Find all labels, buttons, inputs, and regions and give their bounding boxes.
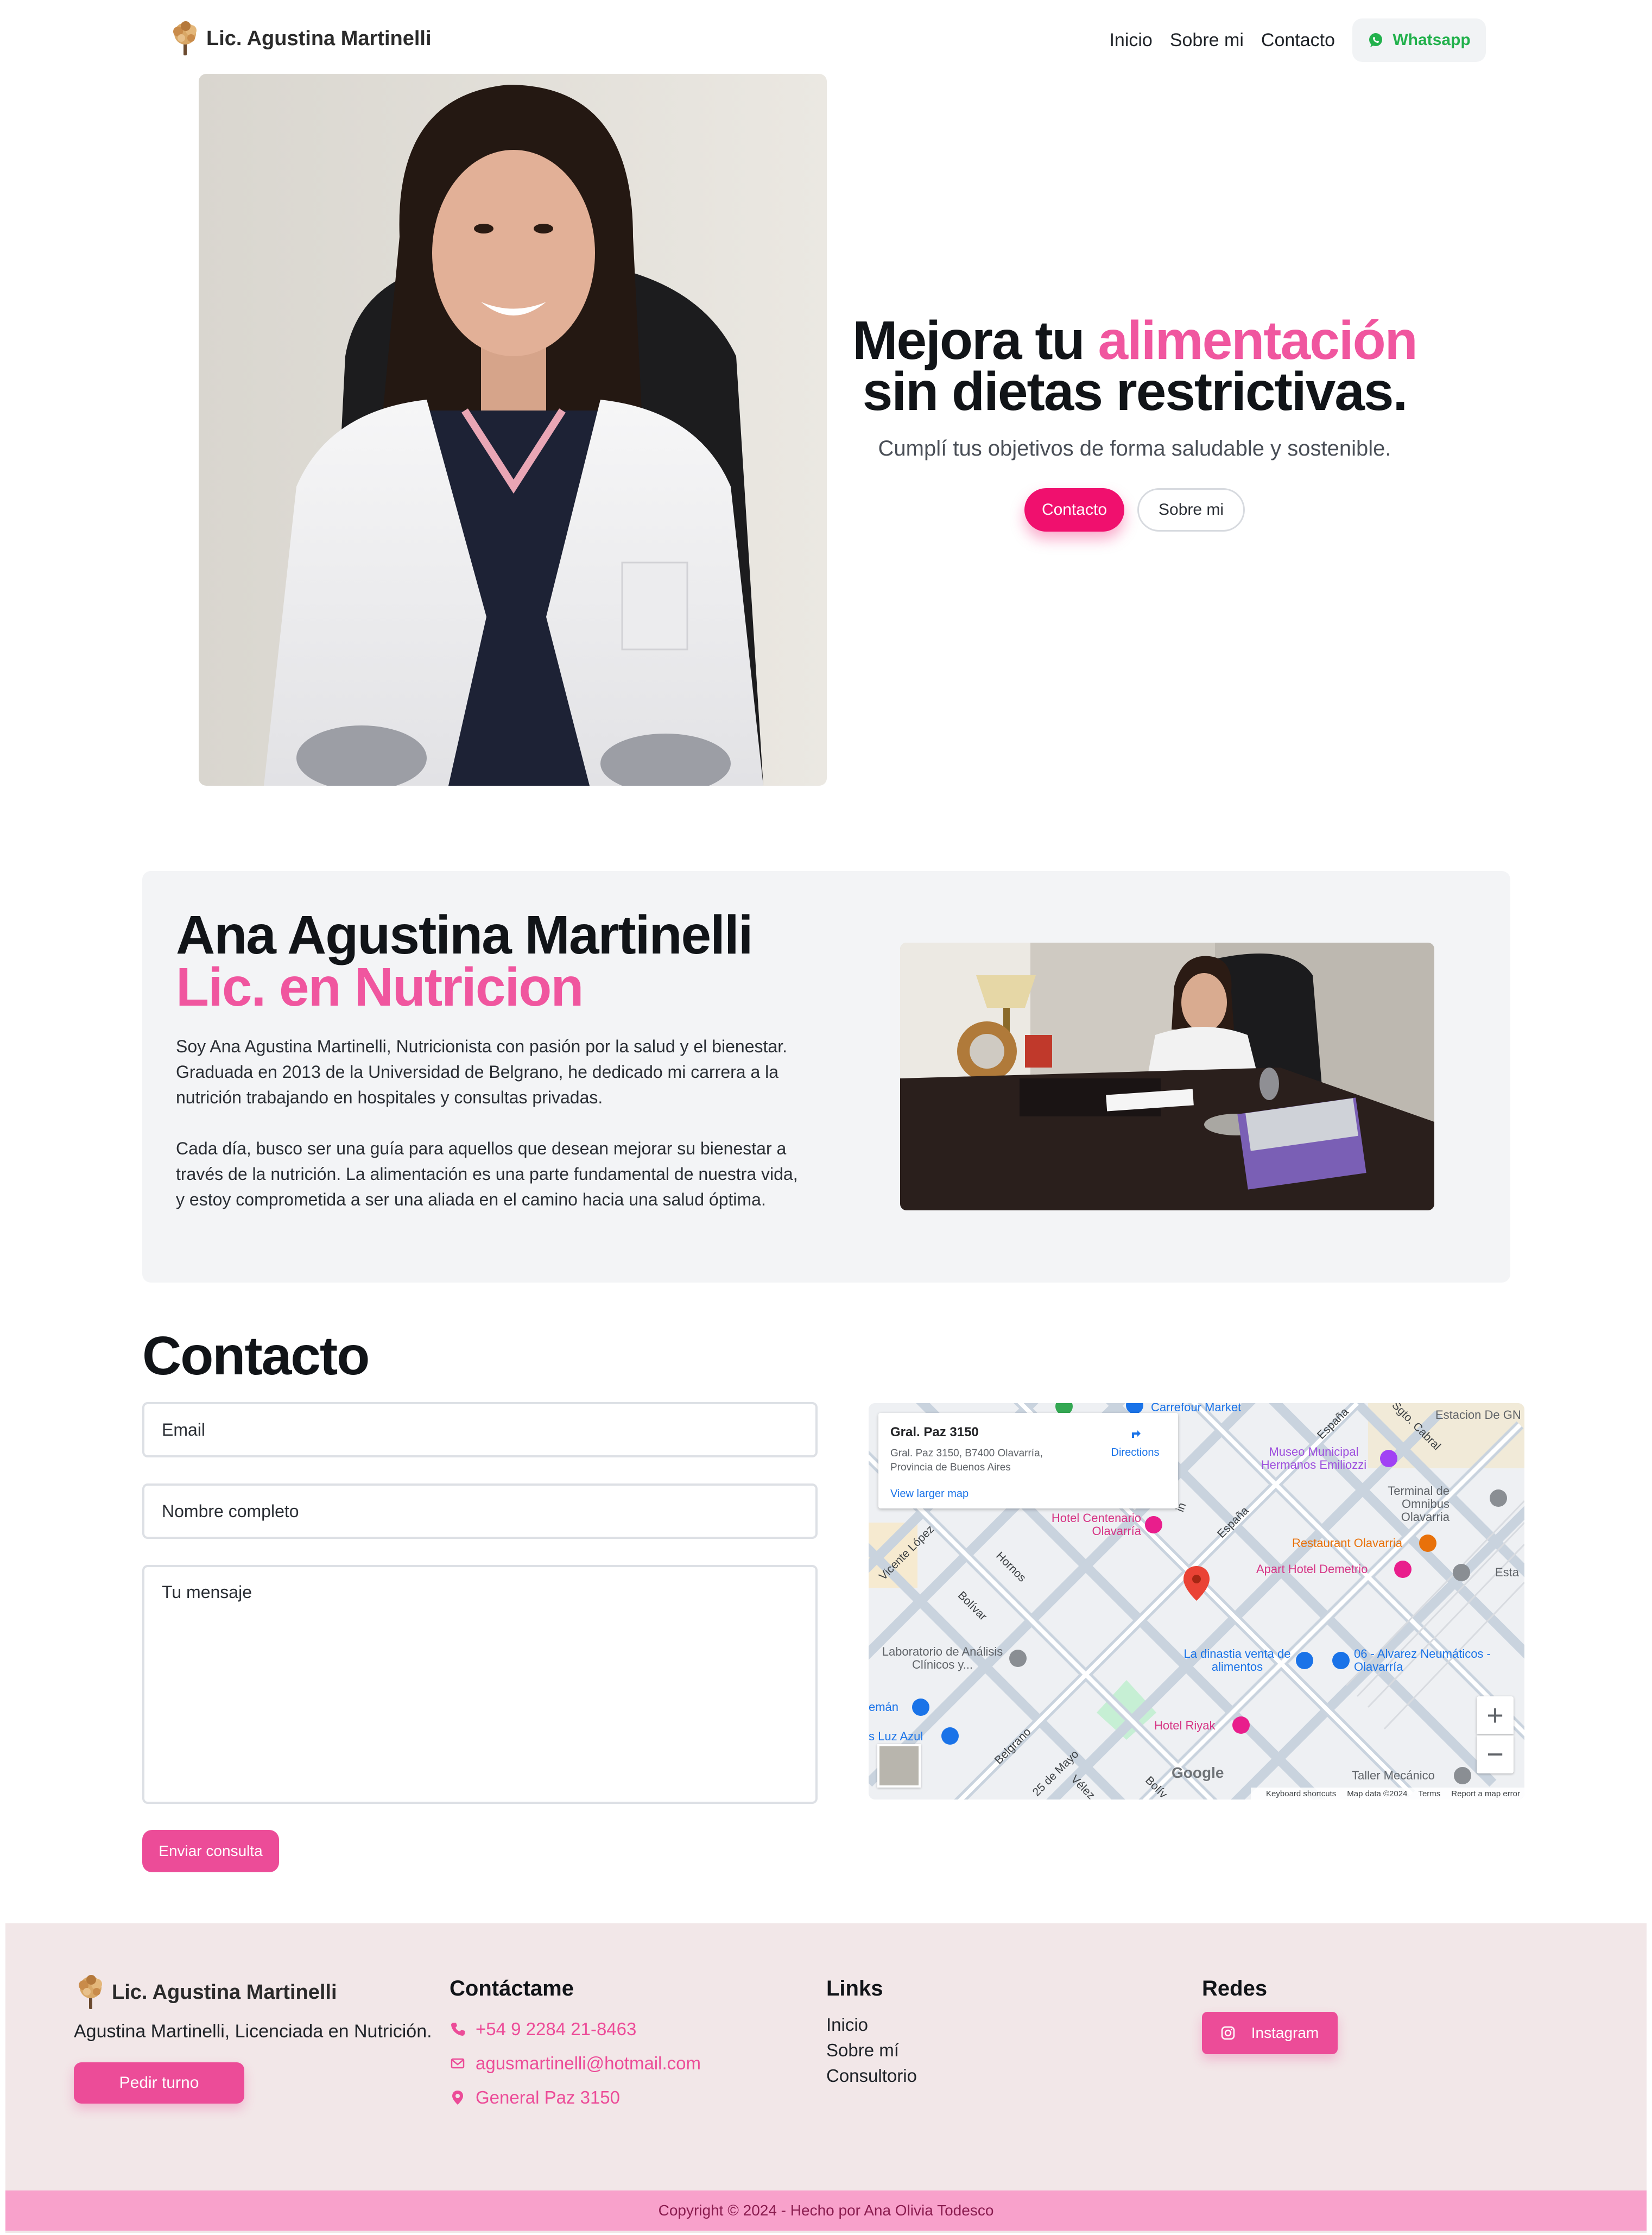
footer-brand-name: Lic. Agustina Martinelli: [112, 1981, 337, 2004]
map-zoom-in-button[interactable]: +: [1477, 1696, 1514, 1734]
nav-link-sobre-mi[interactable]: Sobre mi: [1170, 30, 1244, 51]
hero-portrait-photo: [199, 74, 827, 786]
map-place-card: Gral. Paz 3150 Gral. Paz 3150, B7400 Ola…: [878, 1413, 1178, 1508]
map-attribution-bar: Keyboard shortcuts Map data ©2024 Terms …: [1251, 1788, 1524, 1800]
map-poi-esta[interactable]: Esta: [1495, 1566, 1519, 1579]
site-footer: Lic. Agustina Martinelli Agustina Martin…: [5, 1923, 1647, 2233]
nav-links: Inicio Sobre mi Contacto Whatsapp: [1092, 17, 1486, 63]
map-poi-hotel-centenario[interactable]: Hotel Centenario Olavarría: [1033, 1512, 1141, 1538]
copyright-bar: Copyright © 2024 - Hecho por Ana Olivia …: [5, 2190, 1647, 2231]
hero-section: Mejora tu alimentación sin dietas restri…: [847, 313, 1422, 532]
about-role: Lic. en Nutricion: [176, 957, 584, 1018]
map-poi-taller[interactable]: Taller Mecánico: [1352, 1769, 1435, 1782]
full-name-field[interactable]: Nombre completo: [142, 1483, 818, 1539]
top-navbar: Lic. Agustina Martinelli Inicio Sobre mi…: [0, 0, 1652, 76]
message-textarea[interactable]: Tu mensaje: [142, 1565, 818, 1804]
footer-link-consultorio[interactable]: Consultorio: [826, 2063, 917, 2088]
message-placeholder: Tu mensaje: [162, 1582, 252, 1602]
office-desk-photo: [900, 943, 1434, 1210]
brand-name: Lic. Agustina Martinelli: [206, 27, 432, 50]
nav-link-contacto[interactable]: Contacto: [1261, 30, 1335, 51]
email-placeholder: Email: [162, 1419, 206, 1440]
footer-social-title: Redes: [1202, 1977, 1268, 2000]
footer-social-column: Redes Instagram: [1202, 1977, 1338, 2054]
map-poi-carrefour[interactable]: Carrefour Market: [1151, 1403, 1241, 1414]
map-data-credit: Map data ©2024: [1347, 1789, 1408, 1798]
hero-subtitle: Cumplí tus objetivos de forma saludable …: [878, 437, 1391, 460]
contact-title: Contacto: [142, 1325, 370, 1386]
instagram-icon: [1221, 2026, 1235, 2040]
footer-address: General Paz 3150: [476, 2087, 621, 2107]
nav-link-inicio[interactable]: Inicio: [1109, 30, 1152, 51]
map-zoom-out-button[interactable]: −: [1477, 1735, 1514, 1773]
map-poi-alvarez[interactable]: 06 - Alvarez Neumáticos - Olavarría: [1354, 1647, 1501, 1674]
hero-title: Mejora tu alimentación sin dietas restri…: [847, 313, 1422, 419]
whatsapp-label: Whatsapp: [1393, 31, 1471, 49]
map-poi-luz-azul[interactable]: s Luz Azul: [869, 1730, 923, 1743]
submit-inquiry-button[interactable]: Enviar consulta: [142, 1830, 279, 1872]
hero-contacto-button[interactable]: Contacto: [1024, 488, 1125, 532]
footer-contact-column: Contáctame +54 9 2284 21-8463 agusmartin…: [450, 1977, 701, 2114]
map-poi-estacion[interactable]: Estacion De GN: [1435, 1409, 1521, 1422]
map-poi-museo[interactable]: Museo Municipal Hermanos Emiliozzi: [1249, 1445, 1379, 1472]
name-placeholder: Nombre completo: [162, 1501, 299, 1521]
embedded-map[interactable]: Gral. Paz 3150 Gral. Paz 3150, B7400 Ola…: [869, 1403, 1524, 1800]
tree-logo-icon: [79, 1975, 102, 2009]
map-satellite-toggle[interactable]: [877, 1744, 921, 1788]
footer-link-sobre-mi[interactable]: Sobre mí: [826, 2037, 917, 2063]
map-report-error-link[interactable]: Report a map error: [1451, 1789, 1520, 1798]
footer-email-link[interactable]: agusmartinelli@hotmail.com: [450, 2046, 701, 2080]
hero-sobre-mi-button[interactable]: Sobre mi: [1137, 488, 1245, 532]
map-poi-terminal[interactable]: Terminal de Omnibus Olavarria: [1368, 1485, 1450, 1524]
map-poi-restaurant[interactable]: Restaurant Olavarria: [1292, 1537, 1402, 1550]
map-keyboard-shortcuts[interactable]: Keyboard shortcuts: [1266, 1789, 1336, 1798]
footer-phone-link[interactable]: +54 9 2284 21-8463: [450, 2012, 701, 2046]
instagram-label: Instagram: [1251, 2024, 1319, 2041]
instagram-button[interactable]: Instagram: [1202, 2012, 1338, 2054]
map-poi-leman[interactable]: emán: [869, 1701, 898, 1714]
map-place-title: Gral. Paz 3150: [890, 1425, 979, 1440]
map-poi-dinastia[interactable]: La dinastia venta de alimentos: [1181, 1647, 1293, 1674]
footer-email: agusmartinelli@hotmail.com: [476, 2053, 701, 2073]
map-poi-apart-hotel[interactable]: Apart Hotel Demetrio: [1256, 1563, 1368, 1576]
email-field[interactable]: Email: [142, 1402, 818, 1457]
footer-links-column: Links Inicio Sobre mí Consultorio: [826, 1977, 917, 2088]
google-logo: Google: [1172, 1764, 1224, 1781]
about-paragraph: Soy Ana Agustina Martinelli, Nutricionis…: [176, 1037, 787, 1107]
hero-buttons: Contacto Sobre mi: [847, 488, 1422, 532]
tree-logo-icon: [173, 21, 197, 55]
about-name: Ana Agustina Martinelli: [176, 905, 754, 965]
whatsapp-icon: [1369, 33, 1383, 47]
map-poi-laboratorio[interactable]: Laboratorio de Análisis Clínicos y...: [877, 1645, 1008, 1671]
footer-links-title: Links: [826, 1977, 883, 2000]
footer-link-inicio[interactable]: Inicio: [826, 2012, 917, 2037]
footer-description: Agustina Martinelli, Licenciada en Nutri…: [74, 2021, 432, 2042]
directions-icon: [1128, 1426, 1143, 1441]
phone-icon: [451, 2022, 465, 2036]
brand-logo[interactable]: Lic. Agustina Martinelli: [169, 21, 432, 56]
footer-contact-title: Contáctame: [450, 1977, 574, 2000]
map-view-larger-link[interactable]: View larger map: [890, 1488, 969, 1500]
map-terms-link[interactable]: Terms: [1418, 1789, 1440, 1798]
about-paragraph: Cada día, busco ser una guía para aquell…: [176, 1139, 798, 1209]
about-body: Soy Ana Agustina Martinelli, Nutricionis…: [176, 1034, 800, 1213]
copyright-text: Copyright © 2024 - Hecho por Ana Olivia …: [658, 2202, 994, 2219]
map-directions-label: Directions: [1111, 1447, 1160, 1459]
hero-title-part2: sin dietas restrictivas.: [862, 361, 1408, 422]
whatsapp-button[interactable]: Whatsapp: [1352, 18, 1486, 62]
about-section: Ana Agustina Martinelli Lic. en Nutricio…: [142, 871, 1510, 1283]
map-place-address: Gral. Paz 3150, B7400 Olavarría, Provinc…: [890, 1448, 1043, 1473]
location-pin-icon: [452, 2090, 463, 2105]
map-poi-hotel-riyak[interactable]: Hotel Riyak: [1154, 1719, 1215, 1732]
footer-address-link[interactable]: General Paz 3150: [450, 2080, 701, 2114]
footer-phone: +54 9 2284 21-8463: [476, 2019, 637, 2039]
footer-brand-logo[interactable]: Lic. Agustina Martinelli: [75, 1974, 337, 2010]
mail-icon: [451, 2058, 465, 2068]
book-appointment-button[interactable]: Pedir turno: [74, 2062, 244, 2104]
map-directions-button[interactable]: Directions: [1105, 1424, 1165, 1459]
